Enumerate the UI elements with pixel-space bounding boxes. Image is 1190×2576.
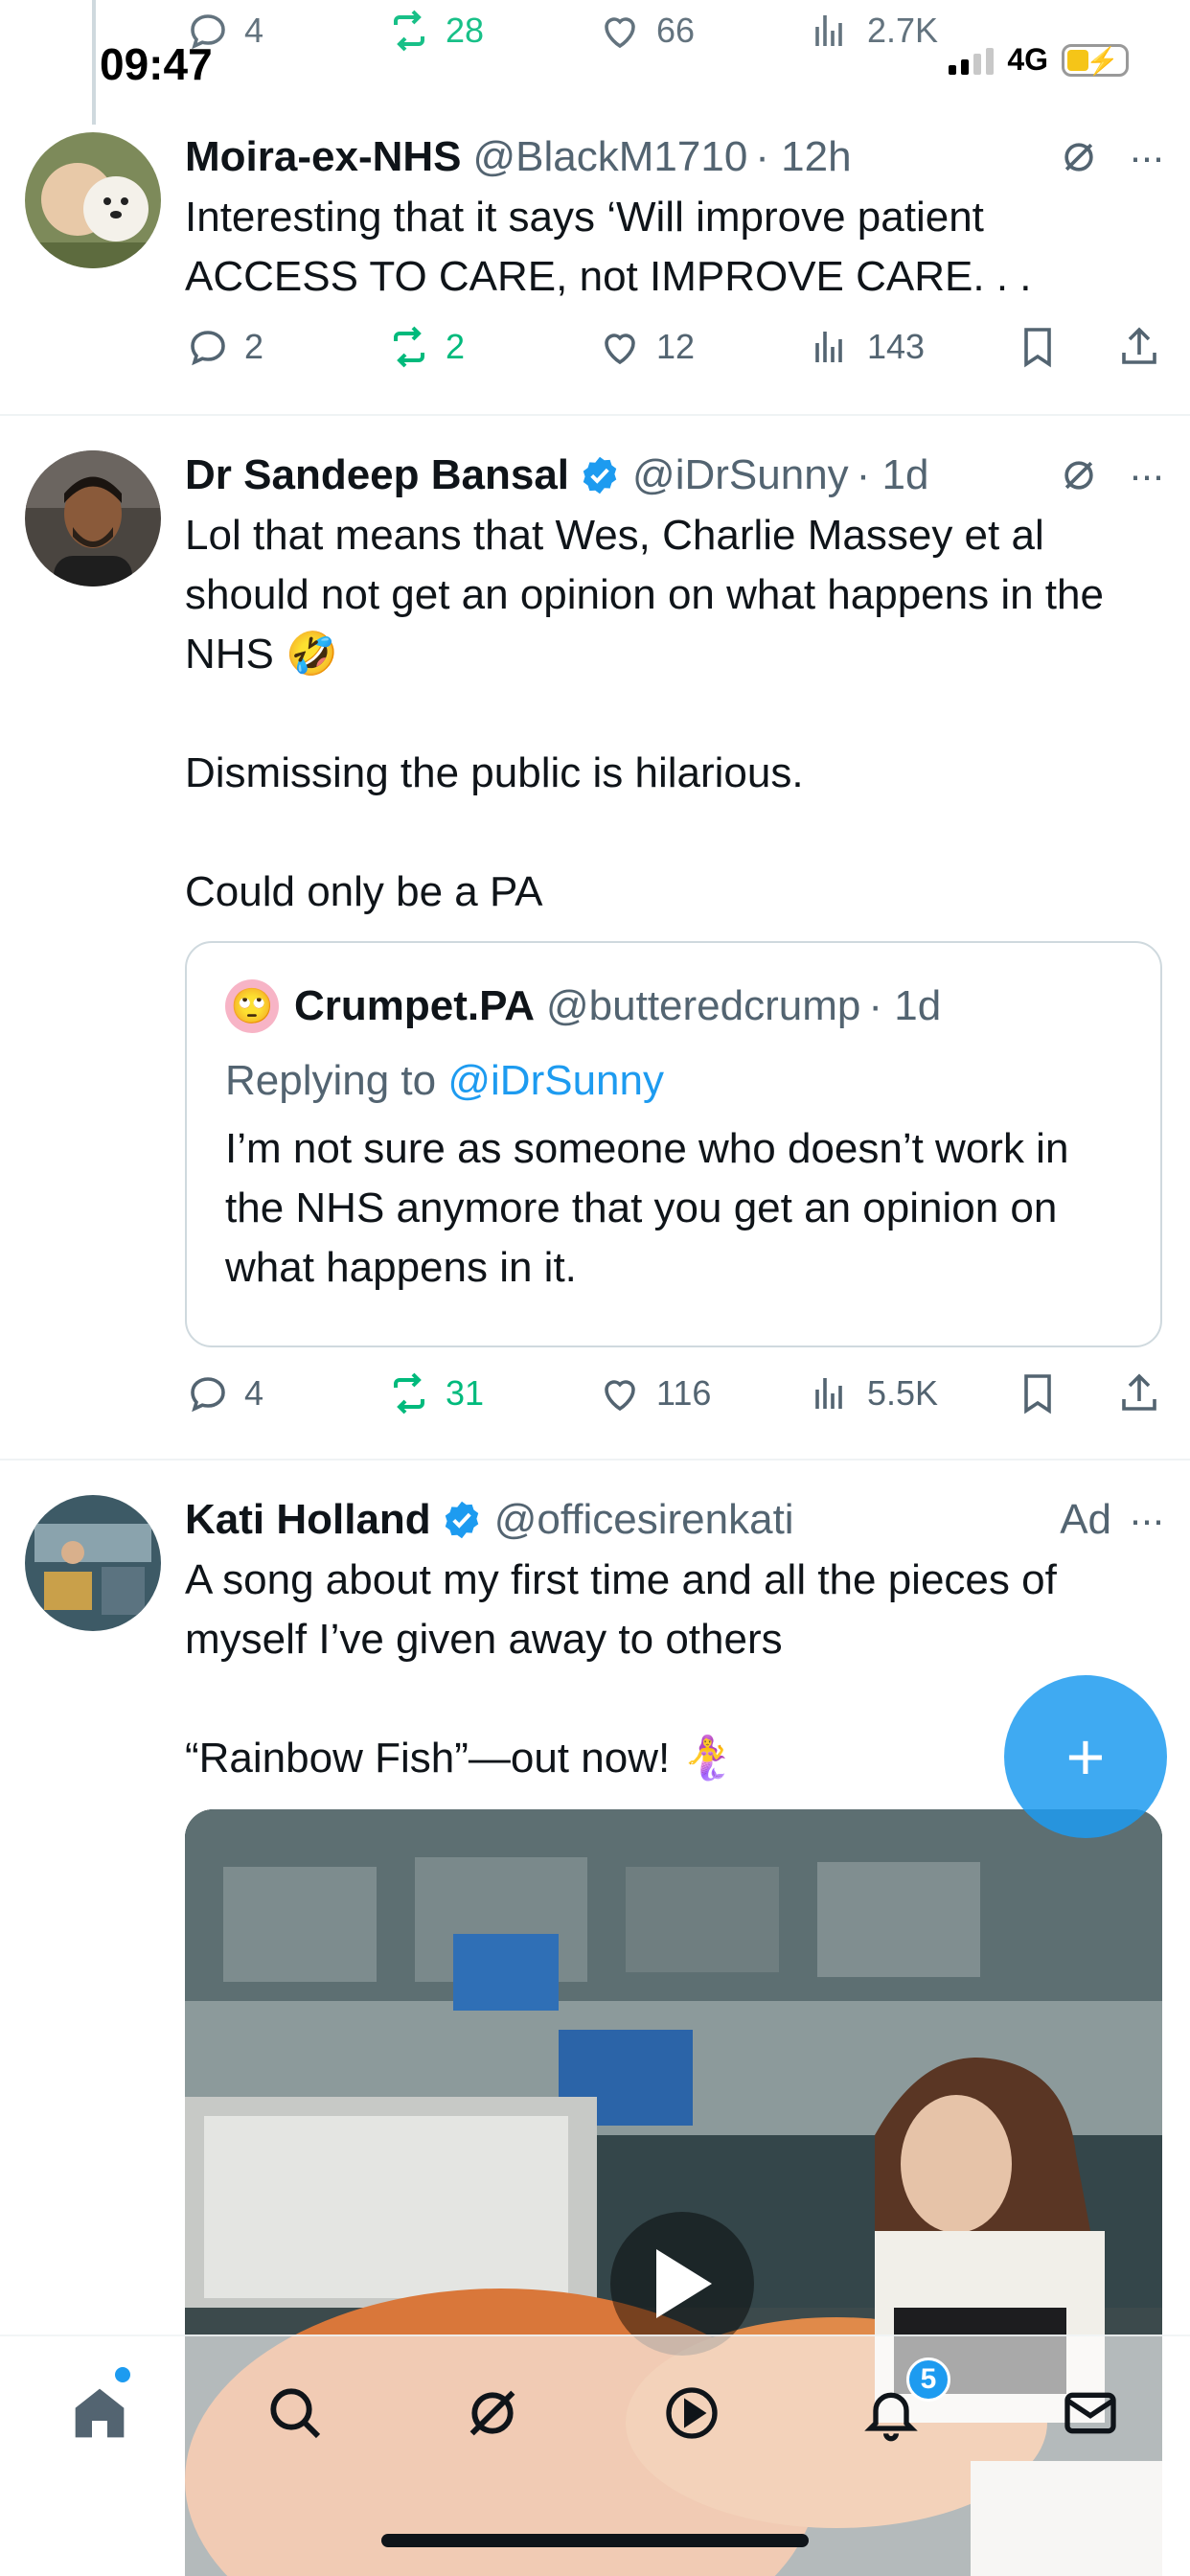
author-handle[interactable]: @iDrSunny: [632, 451, 849, 499]
avatar: 🙄: [225, 979, 279, 1033]
like-button[interactable]: 116: [597, 1370, 711, 1416]
play-icon: [656, 2249, 712, 2318]
more-icon[interactable]: ···: [1129, 452, 1165, 498]
tweet-header: Dr Sandeep Bansal @iDrSunny · 1d ···: [185, 445, 1165, 506]
tweet-header: Kati Holland @officesirenkati Ad ···: [185, 1489, 1165, 1551]
more-icon[interactable]: ···: [1129, 1497, 1165, 1543]
share-icon: [1122, 1373, 1156, 1411]
bookmark-icon: [1024, 1374, 1051, 1414]
bookmark-button[interactable]: [1015, 1370, 1061, 1416]
grok-icon: [469, 2390, 515, 2436]
quoted-tweet[interactable]: 🙄 Crumpet.PA @butteredcrump · 1d Replyin…: [185, 941, 1162, 1347]
reply-icon: [191, 331, 225, 366]
tweet[interactable]: Moira-ex-NHS @BlackM1710 · 12h ··· Inter…: [0, 115, 1190, 416]
home-indicator: [381, 2534, 809, 2547]
status-bar: 09:47 4G ⚡: [0, 0, 1190, 115]
compose-icon: +: [1065, 1719, 1106, 1794]
status-time: 09:47: [100, 39, 213, 89]
video-icon: [666, 2387, 718, 2439]
like-button[interactable]: 12: [597, 324, 695, 370]
tweet-actions: 4 31 116 5.5K: [185, 1370, 1162, 1428]
retweet-button[interactable]: 31: [386, 1370, 484, 1416]
nav-grok[interactable]: [454, 2375, 531, 2451]
tweet-text: Interesting that it says ‘Will improve p…: [185, 194, 1032, 300]
author-name[interactable]: Dr Sandeep Bansal: [185, 451, 569, 499]
quote-text: I’m not sure as someone who doesn’t work…: [225, 1125, 1069, 1291]
tweet-time: · 12h: [755, 133, 852, 180]
status-indicators: 4G ⚡: [949, 42, 1129, 78]
replying-to-link[interactable]: @iDrSunny: [447, 1057, 664, 1104]
ad-label: Ad: [1060, 1496, 1112, 1543]
retweet-icon: [394, 326, 424, 368]
tweet-time: · 1d: [868, 982, 942, 1029]
like-icon: [605, 1380, 635, 1412]
tweet-actions: 2 2 12 143: [185, 324, 1162, 381]
bookmark-button[interactable]: [1015, 324, 1061, 370]
nav-home[interactable]: [61, 2375, 138, 2451]
views-icon: [815, 332, 842, 362]
home-icon: [75, 2388, 125, 2438]
share-button[interactable]: [1116, 1370, 1162, 1416]
author-name: Crumpet.PA: [294, 982, 535, 1029]
author-name[interactable]: Kati Holland: [185, 1496, 431, 1544]
author-name[interactable]: Moira-ex-NHS: [185, 133, 462, 181]
tweet-time: · 1d: [856, 451, 929, 498]
reply-icon: [191, 1377, 225, 1413]
verified-icon: [445, 1501, 478, 1539]
compose-button[interactable]: +: [1004, 1675, 1167, 1838]
replying-to: Replying to @iDrSunny: [225, 1057, 664, 1104]
views-icon: [815, 1378, 842, 1409]
more-icon[interactable]: ···: [1129, 134, 1165, 180]
share-button[interactable]: [1116, 324, 1162, 370]
reply-button[interactable]: 2: [185, 324, 263, 370]
like-icon: [605, 334, 635, 365]
avatar[interactable]: [25, 450, 161, 586]
notifications-badge: 5: [906, 2358, 950, 2402]
views-button[interactable]: 143: [808, 324, 925, 370]
nav-search[interactable]: [257, 2375, 333, 2451]
signal-icon: [949, 46, 995, 75]
avatar[interactable]: [25, 1495, 161, 1631]
avatar[interactable]: [25, 132, 161, 268]
retweet-button[interactable]: 2: [386, 324, 465, 370]
share-icon: [1122, 327, 1156, 364]
tweet-text: Lol that means that Wes, Charlie Massey …: [185, 512, 1104, 915]
quote-header: 🙄 Crumpet.PA @butteredcrump · 1d: [225, 978, 1122, 1035]
retweet-icon: [394, 1372, 424, 1414]
tweet[interactable]: Dr Sandeep Bansal @iDrSunny · 1d ··· Lol…: [0, 416, 1190, 1460]
author-handle[interactable]: @BlackM1710: [473, 133, 748, 181]
network-label: 4G: [1007, 42, 1048, 77]
search-icon: [270, 2388, 321, 2439]
nav-video[interactable]: [653, 2375, 730, 2451]
verified-icon: [583, 456, 617, 494]
battery-icon: ⚡: [1062, 43, 1129, 77]
author-handle[interactable]: @officesirenkati: [494, 1496, 794, 1544]
nav-messages[interactable]: [1052, 2375, 1129, 2451]
reply-button[interactable]: 4: [185, 1370, 263, 1416]
unread-dot: [115, 2367, 130, 2382]
grok-icon[interactable]: [1058, 454, 1100, 496]
bookmark-icon: [1024, 328, 1051, 368]
views-button[interactable]: 5.5K: [808, 1370, 938, 1416]
messages-icon: [1064, 2392, 1116, 2434]
author-handle: @butteredcrump: [545, 982, 861, 1029]
grok-icon[interactable]: [1058, 136, 1100, 178]
tweet-header: Moira-ex-NHS @BlackM1710 · 12h ···: [185, 126, 1165, 188]
